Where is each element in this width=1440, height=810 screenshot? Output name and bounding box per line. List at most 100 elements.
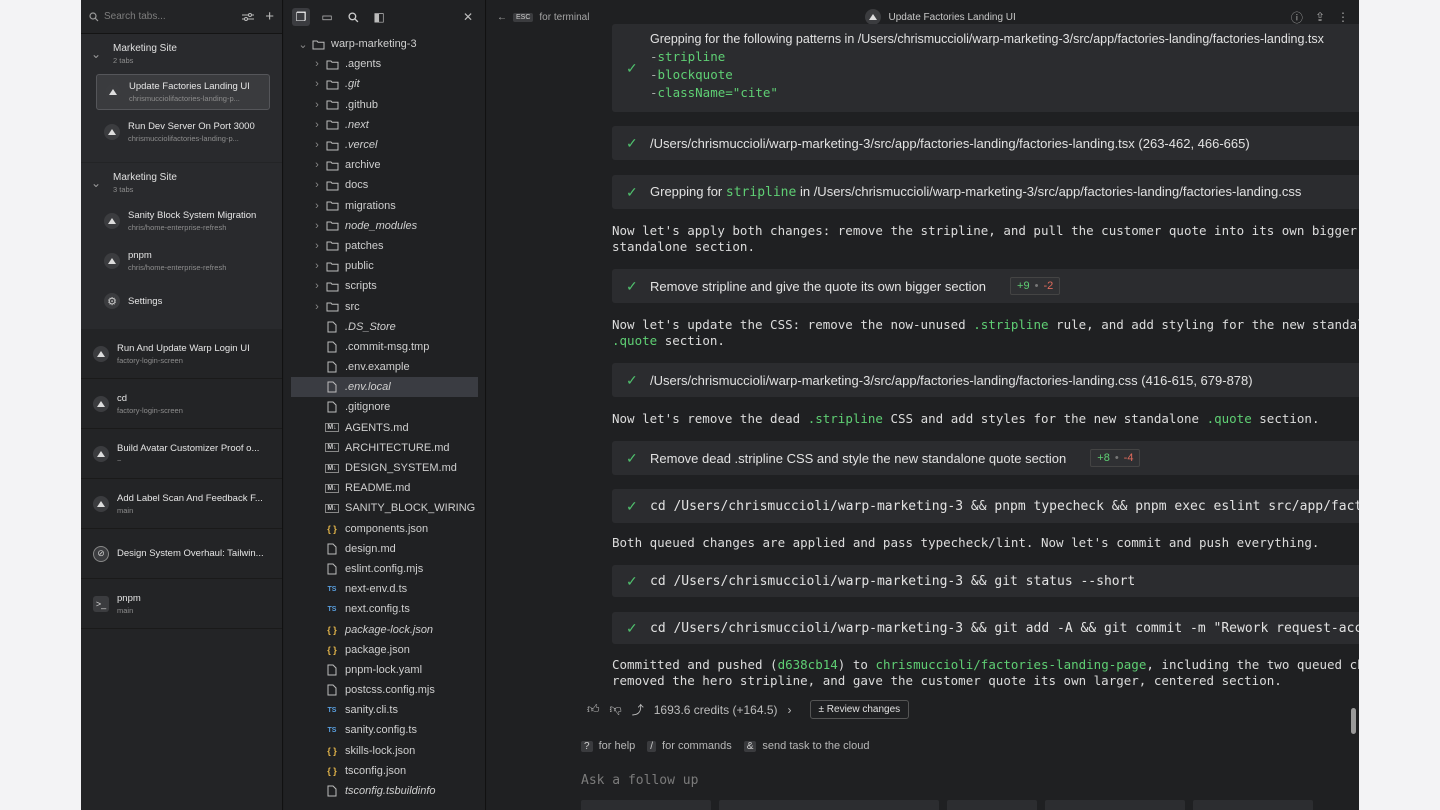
grep-block-2[interactable]: ✓ Grepping for stripline in /Users/chris… bbox=[612, 175, 1359, 209]
chevron-right-icon[interactable]: › bbox=[788, 703, 792, 717]
edit-block-1[interactable]: ✓ Remove stripline and give the quote it… bbox=[612, 269, 1359, 303]
tabs-search-bar[interactable]: Search tabs... + bbox=[81, 0, 282, 34]
tab-group-header[interactable]: ⌄ Marketing Site 3 tabs bbox=[81, 163, 282, 203]
command-block-git-status[interactable]: ✓ cd /Users/chrismuccioli/warp-marketing… bbox=[612, 565, 1359, 597]
commit-hash-link[interactable]: d638cb14 bbox=[778, 657, 838, 672]
context-chip[interactable] bbox=[947, 800, 1037, 810]
context-chip[interactable] bbox=[581, 800, 711, 810]
file-icon bbox=[324, 381, 340, 393]
read-file-path: /Users/chrismuccioli/warp-marketing-3/sr… bbox=[650, 135, 1250, 151]
files-icon[interactable]: ❐ bbox=[292, 8, 310, 26]
repo-link[interactable]: chrismuccioli/factories-landing-page bbox=[875, 657, 1146, 672]
review-changes-button[interactable]: ± Review changes bbox=[809, 700, 910, 719]
tree-file[interactable]: .DS_Store bbox=[284, 317, 485, 337]
tree-file[interactable]: M↓ README.md bbox=[284, 478, 485, 498]
tree-file[interactable]: M↓ AGENTS.md bbox=[284, 418, 485, 438]
tree-file[interactable]: .env.local bbox=[291, 377, 478, 398]
tree-folder[interactable]: › scripts bbox=[284, 276, 485, 296]
more-options-icon[interactable]: ⋮ bbox=[1337, 10, 1349, 24]
markdown-file-icon: M↓ bbox=[325, 503, 339, 513]
read-file-block-1[interactable]: ✓ /Users/chrismuccioli/warp-marketing-3/… bbox=[612, 126, 1359, 160]
tree-folder[interactable]: › migrations bbox=[284, 196, 485, 216]
tab-run-dev-server[interactable]: Run Dev Server On Port 3000 chrismucciol… bbox=[96, 114, 270, 150]
tree-file[interactable]: M↓ ARCHITECTURE.md bbox=[284, 438, 485, 458]
tree-file[interactable]: { } tsconfig.json bbox=[284, 761, 485, 781]
info-icon[interactable]: ⓘ bbox=[1291, 9, 1303, 26]
tree-file[interactable]: TS next.config.ts bbox=[284, 599, 485, 619]
tab-sanity-block-migration[interactable]: Sanity Block System Migration chris/home… bbox=[96, 203, 270, 239]
search-icon[interactable] bbox=[344, 8, 362, 26]
tree-folder[interactable]: › archive bbox=[284, 155, 485, 175]
agent-avatar-icon bbox=[93, 495, 109, 512]
context-chip[interactable] bbox=[1193, 800, 1313, 810]
tree-file[interactable]: tsconfig.tsbuildinfo bbox=[284, 781, 485, 801]
tree-file[interactable]: { } components.json bbox=[284, 519, 485, 539]
tree-folder[interactable]: › .git bbox=[284, 74, 485, 94]
command-block-git-commit[interactable]: ✓ cd /Users/chrismuccioli/warp-marketing… bbox=[612, 612, 1359, 644]
json-file-icon: { } bbox=[327, 624, 337, 635]
tree-file[interactable]: .commit-msg.tmp bbox=[284, 337, 485, 357]
tab-update-factories-landing-ui[interactable]: Update Factories Landing UI chrismucciol… bbox=[96, 74, 270, 110]
tab-title: Build Avatar Customizer Proof o... bbox=[117, 442, 260, 454]
tree-root-folder[interactable]: ⌄ warp-marketing-3 bbox=[284, 34, 485, 54]
folder-icon bbox=[324, 99, 340, 110]
tree-file[interactable]: eslint.config.mjs bbox=[284, 559, 485, 579]
tree-folder[interactable]: › docs bbox=[284, 175, 485, 195]
tabs-search-input[interactable]: Search tabs... bbox=[104, 11, 237, 22]
tree-folder[interactable]: › src bbox=[284, 296, 485, 316]
tree-file[interactable]: { } skills-lock.json bbox=[284, 741, 485, 761]
tree-folder[interactable]: › patches bbox=[284, 236, 485, 256]
tab-run-update-warp-login[interactable]: Run And Update Warp Login UI factory-logi… bbox=[81, 329, 282, 379]
chat-icon[interactable]: ▭ bbox=[318, 8, 336, 26]
fork-icon[interactable]: ⤴ bbox=[632, 701, 644, 718]
filter-icon[interactable] bbox=[242, 12, 255, 22]
share-icon[interactable]: ⇪ bbox=[1315, 10, 1325, 24]
grep-patterns-block[interactable]: ✓ Grepping for the following patterns in… bbox=[612, 24, 1359, 112]
close-icon[interactable]: ✕ bbox=[459, 8, 477, 26]
tree-file[interactable]: TS sanity.cli.ts bbox=[284, 700, 485, 720]
agent-message-2: Now let's update the CSS: remove the now… bbox=[612, 317, 1359, 349]
tree-file[interactable]: TS sanity.config.ts bbox=[284, 720, 485, 740]
tab-cd[interactable]: cd factory-login-screen bbox=[81, 379, 282, 429]
plus-minus-icon: ± bbox=[818, 704, 825, 715]
json-file-icon: { } bbox=[327, 745, 337, 756]
tree-folder[interactable]: › .agents bbox=[284, 54, 485, 74]
back-arrow-icon[interactable]: ← bbox=[497, 12, 507, 23]
tree-file[interactable]: pnpm-lock.yaml bbox=[284, 660, 485, 680]
tree-file[interactable]: { } package.json bbox=[284, 640, 485, 660]
credits-usage[interactable]: 1693.6 credits (+164.5) bbox=[654, 703, 778, 717]
read-file-block-2[interactable]: ✓ /Users/chrismuccioli/warp-marketing-3/… bbox=[612, 363, 1359, 397]
scrollbar-thumb[interactable] bbox=[1351, 708, 1356, 734]
tree-file[interactable]: .env.example bbox=[284, 357, 485, 377]
tree-folder[interactable]: › node_modules bbox=[284, 216, 485, 236]
command-block-typecheck[interactable]: ✓ cd /Users/chrismuccioli/warp-marketing… bbox=[612, 489, 1359, 523]
tree-file[interactable]: { } package-lock.json bbox=[284, 619, 485, 639]
tree-file[interactable]: design.md bbox=[284, 539, 485, 559]
tab-build-avatar-customizer[interactable]: Build Avatar Customizer Proof o... ~ bbox=[81, 429, 282, 479]
tab-settings[interactable]: ⚙ Settings bbox=[96, 283, 270, 319]
tree-file[interactable]: postcss.config.mjs bbox=[284, 680, 485, 700]
context-chip[interactable] bbox=[1045, 800, 1185, 810]
thumbs-up-icon[interactable]: 👍︎ bbox=[587, 702, 600, 717]
tree-file[interactable]: M↓ SANITY_BLOCK_WIRING bbox=[284, 498, 485, 518]
file-icon bbox=[324, 361, 340, 373]
tree-folder[interactable]: › .github bbox=[284, 95, 485, 115]
tree-file[interactable]: M↓ DESIGN_SYSTEM.md bbox=[284, 458, 485, 478]
tab-pnpm-main[interactable]: >_ pnpm main bbox=[81, 579, 282, 629]
tree-folder[interactable]: › .vercel bbox=[284, 135, 485, 155]
new-tab-plus-icon[interactable]: + bbox=[265, 8, 274, 25]
tab-add-label-scan[interactable]: Add Label Scan And Feedback F... main bbox=[81, 479, 282, 529]
tree-folder[interactable]: › .next bbox=[284, 115, 485, 135]
thumbs-down-icon[interactable]: 👎︎ bbox=[610, 702, 622, 717]
tab-pnpm[interactable]: pnpm chris/home-enterprise-refresh bbox=[96, 243, 270, 279]
tree-folder[interactable]: › public bbox=[284, 256, 485, 276]
follow-up-input[interactable]: Ask a follow up bbox=[581, 773, 698, 788]
panels-icon[interactable]: ◧ bbox=[370, 8, 388, 26]
tree-file[interactable]: TS next-env.d.ts bbox=[284, 579, 485, 599]
context-chip[interactable] bbox=[719, 800, 939, 810]
tab-design-system-overhaul[interactable]: ⊘ Design System Overhaul: Tailwin... bbox=[81, 529, 282, 579]
cloud-key: & bbox=[743, 740, 757, 752]
edit-block-2[interactable]: ✓ Remove dead .stripline CSS and style t… bbox=[612, 441, 1359, 475]
tab-group-header[interactable]: ⌄ Marketing Site 2 tabs bbox=[81, 34, 282, 74]
tree-file[interactable]: .gitignore bbox=[284, 397, 485, 417]
